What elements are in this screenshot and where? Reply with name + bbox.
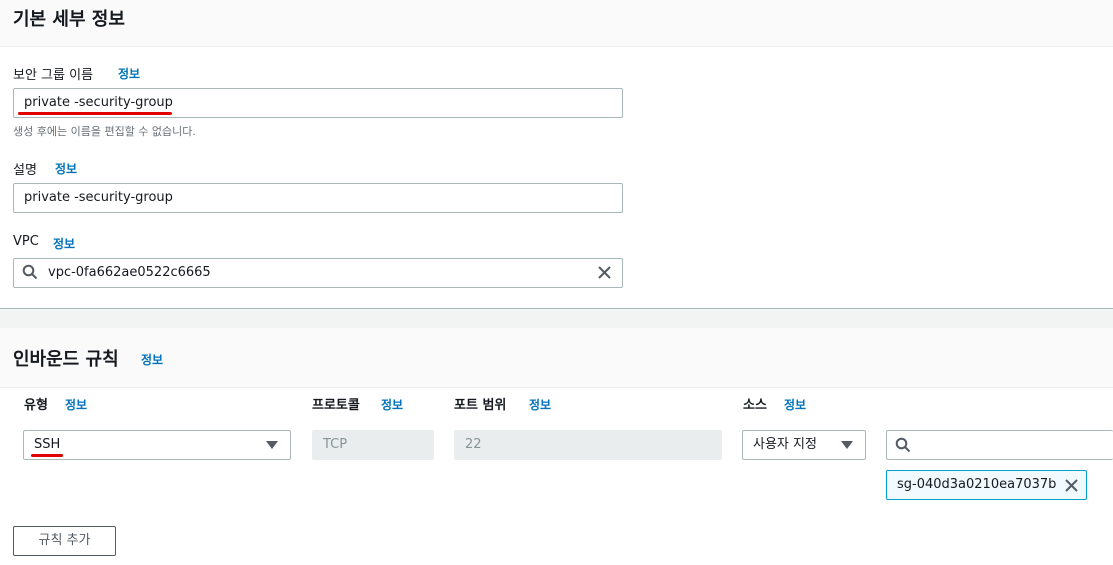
description-label: 설명: [13, 163, 37, 178]
source-token: sg-040d3a0210ea7037b: [886, 470, 1087, 500]
add-rule-button[interactable]: 규칙 추가: [13, 526, 116, 556]
source-search-input[interactable]: [886, 430, 1113, 460]
vpc-info-link[interactable]: 정보: [53, 235, 75, 252]
chevron-down-icon: [266, 441, 278, 449]
protocol-field: TCP: [312, 430, 434, 460]
security-group-name-label: 보안 그룹 이름: [13, 68, 94, 83]
description-info-link[interactable]: 정보: [55, 160, 77, 177]
type-select[interactable]: SSH: [23, 430, 291, 460]
col-source-info-link[interactable]: 정보: [784, 396, 806, 413]
chevron-down-icon: [841, 441, 853, 449]
port-range-field: 22: [454, 430, 722, 460]
source-token-label: sg-040d3a0210ea7037b: [897, 477, 1057, 492]
inbound-rules-title: 인바운드 규칙: [13, 349, 119, 370]
vpc-label: VPC: [13, 234, 39, 249]
col-protocol-info-link[interactable]: 정보: [381, 396, 403, 413]
vpc-search-input[interactable]: vpc-0fa662ae0522c6665: [13, 258, 623, 288]
col-type-info-link[interactable]: 정보: [65, 396, 87, 413]
security-group-name-hint: 생성 후에는 이름을 편집할 수 없습니다.: [13, 125, 196, 138]
annotation-underline: [31, 454, 63, 457]
col-port-info-link[interactable]: 정보: [529, 396, 551, 413]
search-icon: [895, 437, 911, 453]
security-group-name-info-link[interactable]: 정보: [118, 65, 140, 82]
basic-details-title: 기본 세부 정보: [13, 9, 125, 30]
section-separator: [0, 308, 1113, 328]
close-icon[interactable]: [1064, 478, 1079, 493]
basic-details-header: [0, 0, 1113, 47]
annotation-underline: [18, 112, 172, 115]
vpc-value: vpc-0fa662ae0522c6665: [48, 265, 211, 280]
col-port-label: 포트 범위: [454, 398, 507, 413]
description-input[interactable]: private -security-group: [13, 183, 623, 213]
inbound-rules-header: [0, 328, 1113, 388]
search-icon: [22, 264, 38, 280]
clear-icon[interactable]: [597, 265, 612, 280]
col-type-label: 유형: [24, 398, 48, 413]
col-source-label: 소스: [743, 398, 767, 413]
col-protocol-label: 프로토콜: [312, 398, 360, 413]
inbound-rules-info-link[interactable]: 정보: [141, 351, 163, 368]
